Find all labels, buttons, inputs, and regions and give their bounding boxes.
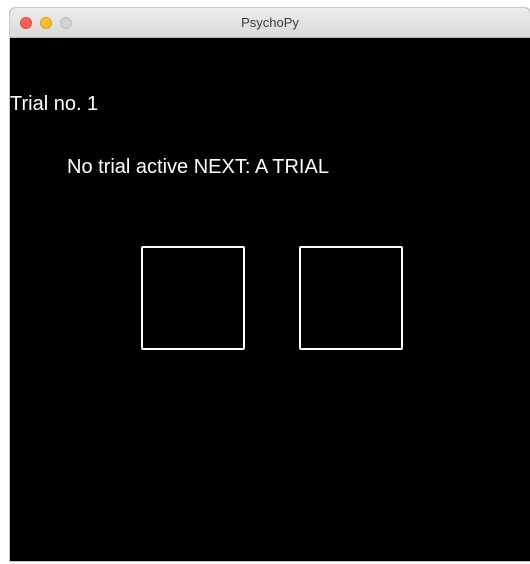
left-square-stimulus — [141, 246, 245, 350]
stimulus-canvas: Trial no. 1 No trial active NEXT: A TRIA… — [10, 38, 530, 561]
psychopy-window: PsychoPy Trial no. 1 No trial active NEX… — [10, 8, 530, 561]
right-square-stimulus — [299, 246, 403, 350]
title-bar[interactable]: PsychoPy — [10, 8, 530, 38]
window-title: PsychoPy — [241, 15, 299, 30]
trial-status-text: No trial active NEXT: A TRIAL — [67, 156, 329, 178]
trial-number-text: Trial no. 1 — [10, 93, 99, 115]
